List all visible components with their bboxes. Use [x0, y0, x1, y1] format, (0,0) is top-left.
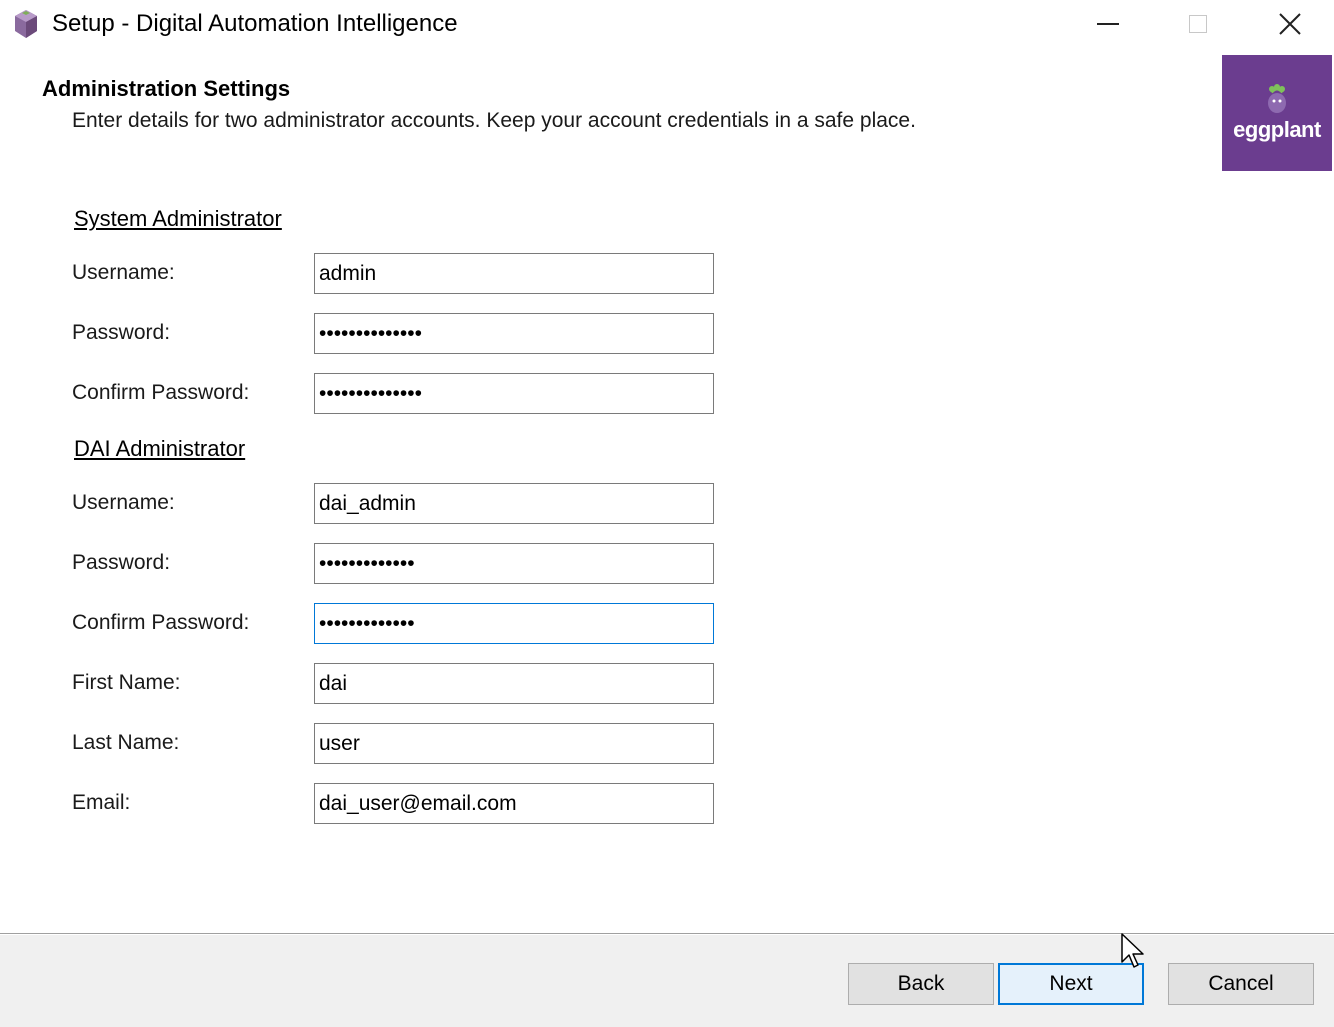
eggplant-mascot-icon: [1268, 84, 1286, 113]
dai-username-label: Username:: [72, 491, 175, 514]
title-bar: Setup - Digital Automation Intelligence: [0, 0, 1334, 50]
dai-administrator-section-label: DAI Administrator: [74, 436, 246, 461]
system-confirm-password-label: Confirm Password:: [72, 381, 250, 404]
dai-password-input[interactable]: [314, 543, 714, 584]
logo-text: eggplant: [1233, 117, 1321, 142]
minimize-icon: [1097, 23, 1119, 25]
page-title: Administration Settings: [42, 76, 291, 101]
system-password-label: Password:: [72, 321, 171, 344]
maximize-icon: [1189, 15, 1207, 33]
system-administrator-section-label: System Administrator: [74, 206, 282, 231]
system-confirm-password-input[interactable]: [314, 373, 714, 414]
dai-last-name-input[interactable]: [314, 723, 714, 764]
mouse-cursor-icon: [1121, 933, 1144, 968]
dai-first-name-input[interactable]: [314, 663, 714, 704]
system-username-label: Username:: [72, 261, 175, 284]
minimize-button[interactable]: [1063, 0, 1153, 48]
close-icon: [1279, 13, 1301, 35]
system-username-input[interactable]: [314, 253, 714, 294]
cancel-button[interactable]: Cancel: [1168, 963, 1314, 1005]
eggplant-logo: eggplant: [1222, 55, 1332, 171]
dai-email-label: Email:: [72, 791, 131, 814]
maximize-button[interactable]: [1153, 0, 1243, 48]
back-button[interactable]: Back: [848, 963, 994, 1005]
dai-confirm-password-input[interactable]: [314, 603, 714, 644]
dai-password-label: Password:: [72, 551, 171, 574]
dai-email-input[interactable]: [314, 783, 714, 824]
page-description: Enter details for two administrator acco…: [72, 109, 916, 132]
close-button[interactable]: [1245, 0, 1334, 48]
installer-box-icon: [15, 10, 37, 38]
system-password-input[interactable]: [314, 313, 714, 354]
dai-last-name-label: Last Name:: [72, 731, 180, 754]
window-title: Setup - Digital Automation Intelligence: [52, 10, 458, 37]
dai-confirm-password-label: Confirm Password:: [72, 611, 250, 634]
dai-first-name-label: First Name:: [72, 671, 181, 694]
dai-username-input[interactable]: [314, 483, 714, 524]
